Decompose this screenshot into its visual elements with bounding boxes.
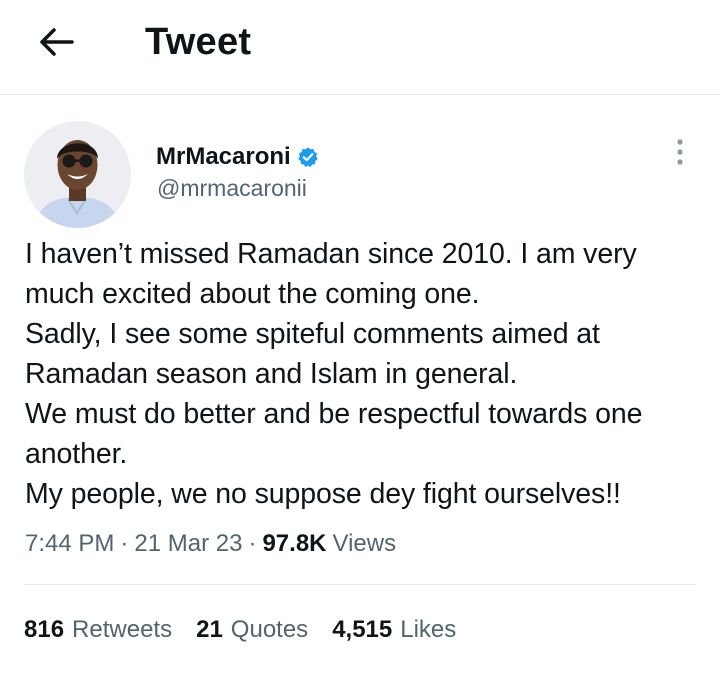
back-button[interactable] bbox=[30, 20, 82, 64]
likes-count: 4,515 bbox=[332, 616, 393, 643]
likes-stat[interactable]: 4,515 Likes bbox=[332, 612, 456, 648]
author-handle[interactable]: @mrmacaronii bbox=[157, 174, 307, 202]
more-options-button[interactable] bbox=[662, 134, 698, 170]
page-title: Tweet bbox=[145, 21, 252, 63]
tweet-date[interactable]: 21 Mar 23 bbox=[134, 528, 242, 560]
more-vertical-icon bbox=[677, 139, 683, 165]
engagement-stats: 816 Retweets 21 Quotes 4,515 Likes bbox=[24, 612, 480, 648]
tweet-page: Tweet MrMacaroni @mrmacaronii I haven’t … bbox=[0, 0, 720, 675]
author-name[interactable]: MrMacaroni bbox=[156, 142, 291, 172]
retweets-stat[interactable]: 816 Retweets bbox=[24, 612, 172, 648]
author-name-row[interactable]: MrMacaroni bbox=[156, 142, 319, 172]
tweet-meta: 7:44 PM · 21 Mar 23 · 97.8K Views bbox=[25, 528, 396, 560]
quotes-count: 21 bbox=[196, 616, 223, 643]
retweets-count: 816 bbox=[24, 616, 65, 643]
top-header: Tweet bbox=[0, 0, 720, 95]
views-label[interactable]: Views bbox=[333, 528, 397, 560]
verified-badge-icon bbox=[298, 147, 318, 168]
quotes-stat[interactable]: 21 Quotes bbox=[196, 612, 308, 648]
separator-dot: · bbox=[248, 530, 257, 557]
tweet-text: I haven’t missed Ramadan since 2010. I a… bbox=[25, 238, 643, 510]
arrow-left-icon bbox=[40, 28, 74, 56]
views-count[interactable]: 97.8K bbox=[262, 528, 326, 560]
avatar[interactable] bbox=[24, 121, 131, 228]
retweets-label: Retweets bbox=[72, 616, 173, 643]
quotes-label: Quotes bbox=[230, 616, 309, 643]
likes-label: Likes bbox=[400, 616, 457, 643]
divider bbox=[24, 584, 696, 585]
tweet-time[interactable]: 7:44 PM bbox=[25, 528, 114, 560]
separator-dot: · bbox=[120, 530, 129, 557]
